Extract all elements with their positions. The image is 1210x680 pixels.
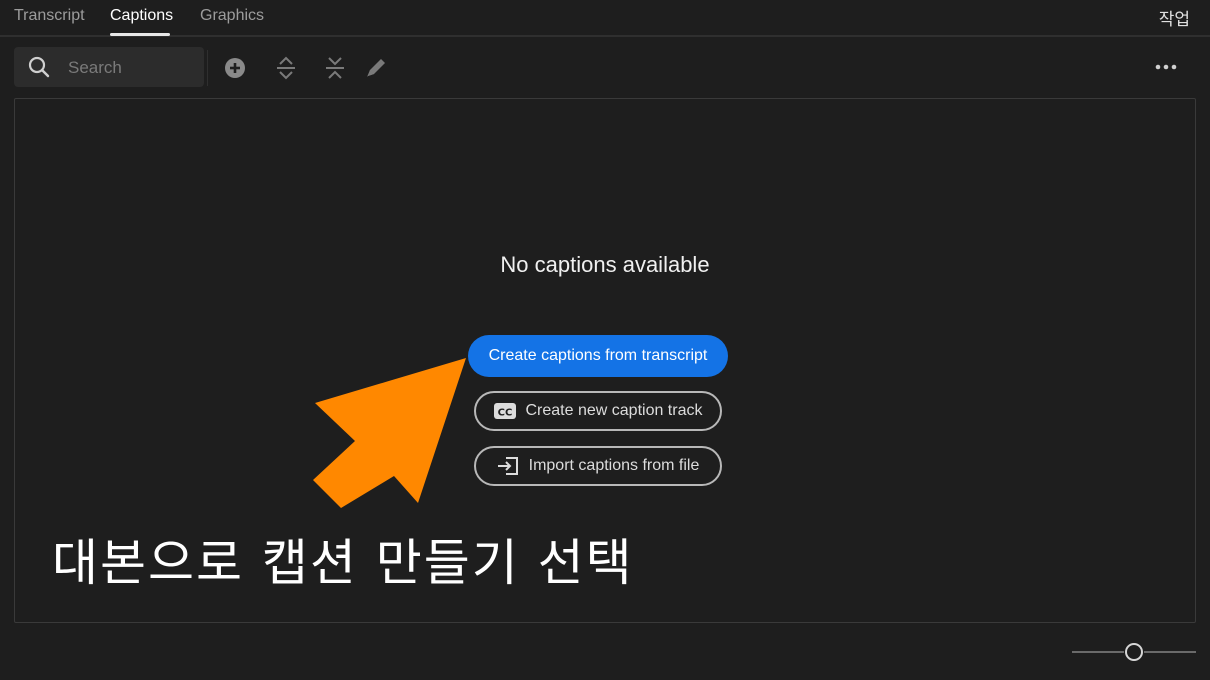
more-icon[interactable] <box>1154 57 1178 77</box>
svg-text:CC: CC <box>497 408 512 419</box>
tab-transcript[interactable]: Transcript <box>14 7 85 25</box>
workspace-menu[interactable]: 작업 <box>1159 5 1190 30</box>
search-input[interactable] <box>66 53 200 83</box>
create-new-caption-track-label: Create new caption track <box>525 402 703 419</box>
collapse-icon[interactable] <box>322 55 348 81</box>
search-icon <box>28 56 50 78</box>
tab-captions[interactable]: Captions <box>110 7 173 25</box>
add-icon[interactable] <box>222 55 248 81</box>
import-icon <box>497 457 518 475</box>
search-box[interactable] <box>14 47 204 87</box>
zoom-slider[interactable] <box>1072 640 1196 664</box>
import-captions-from-file-button[interactable]: Import captions from file <box>474 446 722 486</box>
toolbar-divider <box>207 50 208 86</box>
captions-panel-window: Transcript Captions Graphics 작업 Search N… <box>0 0 1210 680</box>
annotation-text: 대본으로 캡션 만들기 선택 <box>52 534 634 592</box>
cc-icon: CC <box>493 403 516 419</box>
active-tab-indicator <box>110 33 170 36</box>
tab-bar: Transcript Captions Graphics 작업 <box>0 0 1210 37</box>
import-captions-from-file-label: Import captions from file <box>528 457 700 474</box>
create-new-caption-track-button[interactable]: CC Create new caption track <box>474 391 722 431</box>
empty-state-title: No captions available <box>500 252 710 277</box>
expand-icon[interactable] <box>273 55 299 81</box>
edit-icon[interactable] <box>363 55 389 81</box>
create-captions-from-transcript-button[interactable]: Create captions from transcript <box>468 335 728 377</box>
tab-graphics[interactable]: Graphics <box>200 7 264 25</box>
